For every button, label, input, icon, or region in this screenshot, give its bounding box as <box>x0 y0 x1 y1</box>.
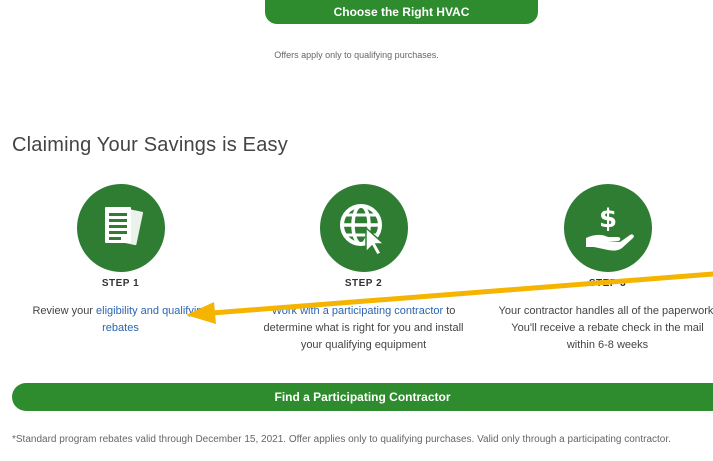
step-2-description: Work with a participating contractor to … <box>246 303 481 354</box>
eligibility-link[interactable]: eligibility and qualifying <box>96 305 209 317</box>
step-3-label: STEP 3 <box>588 278 627 289</box>
step-1-text: Review your <box>32 305 97 317</box>
choose-hvac-button-label: Choose the Right HVAC <box>333 5 470 19</box>
step-3: $ STEP 3 Your contractor handles all of … <box>490 184 713 354</box>
step-3-description: Your contractor handles all of the paper… <box>498 305 713 351</box>
section-title: Claiming Your Savings is Easy <box>12 134 288 156</box>
find-contractor-button-label: Find a Participating Contractor <box>274 390 451 404</box>
step-1-description: Review your eligibility and qualifying re… <box>3 303 238 337</box>
step-2: STEP 2 Work with a participating contrac… <box>246 184 481 354</box>
step-1: STEP 1 Review your eligibility and quali… <box>3 184 238 337</box>
step-1-label: STEP 1 <box>101 278 140 289</box>
step-2-label: STEP 2 <box>344 278 383 289</box>
disclaimer: *Standard program rebates valid through … <box>12 434 671 445</box>
find-contractor-button[interactable]: Find a Participating Contractor <box>12 383 713 411</box>
offers-note: Offers apply only to qualifying purchase… <box>274 50 439 60</box>
choose-hvac-button[interactable]: Choose the Right HVAC <box>265 0 538 24</box>
document-icon <box>76 184 165 272</box>
globe-cursor-icon <box>319 184 408 272</box>
svg-text:$: $ <box>598 204 616 234</box>
rebates-link[interactable]: rebates <box>102 322 139 334</box>
participating-contractor-link[interactable]: Work with a participating contractor <box>272 305 444 317</box>
hand-dollar-icon: $ <box>563 184 652 272</box>
